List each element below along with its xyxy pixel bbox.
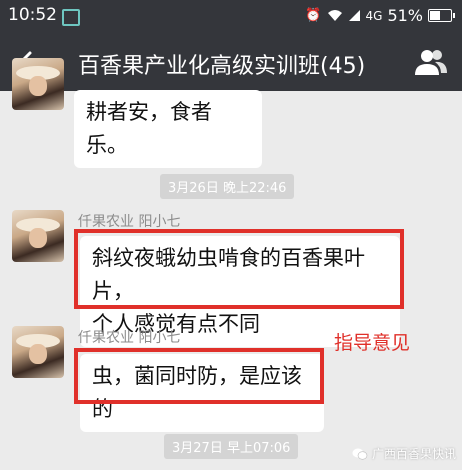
message-bubble[interactable]: 耕者安，食者乐。 (74, 90, 262, 168)
highlight-box (74, 348, 324, 404)
notification-app-icon (62, 9, 80, 26)
battery-icon (428, 9, 455, 22)
sender-name: 仟果农业 阳小七 (78, 330, 181, 346)
alarm-icon: ⏰ (305, 8, 322, 23)
chat-title: 百香果产业化高级实训班(45) (78, 54, 366, 79)
sender-avatar[interactable] (12, 58, 64, 110)
message-timestamp: 3月26日 晚上22:46 (160, 174, 295, 199)
sender-avatar[interactable] (12, 210, 64, 262)
battery-percent: 51% (387, 6, 423, 25)
highlight-box (74, 229, 404, 309)
wifi-icon (327, 10, 342, 21)
network-type: 4G (365, 8, 383, 23)
message-timestamp: 3月27日 早上07:06 (164, 434, 299, 459)
wechat-logo-icon (352, 448, 368, 460)
signal-icon (348, 10, 360, 21)
sender-name: 仟果农业 阳小七 (78, 214, 181, 230)
status-indicators: ⏰ 4G 51% (305, 6, 455, 25)
battery-level-fill (430, 11, 440, 20)
message-text: 耕者安，食者乐。 (86, 100, 212, 157)
status-time: 10:52 (8, 5, 57, 25)
watermark-text: 广西百香果快讯 (371, 447, 456, 461)
watermark: 广西百香果快讯 (352, 445, 456, 462)
chat-title-bar: 百香果产业化高级实训班(45) (0, 33, 462, 91)
group-members-icon[interactable] (414, 47, 448, 77)
annotation-label: 指导意见 (334, 332, 411, 354)
status-bar: 10:52 ⏰ 4G 51% (0, 0, 462, 33)
sender-avatar[interactable] (12, 326, 64, 378)
